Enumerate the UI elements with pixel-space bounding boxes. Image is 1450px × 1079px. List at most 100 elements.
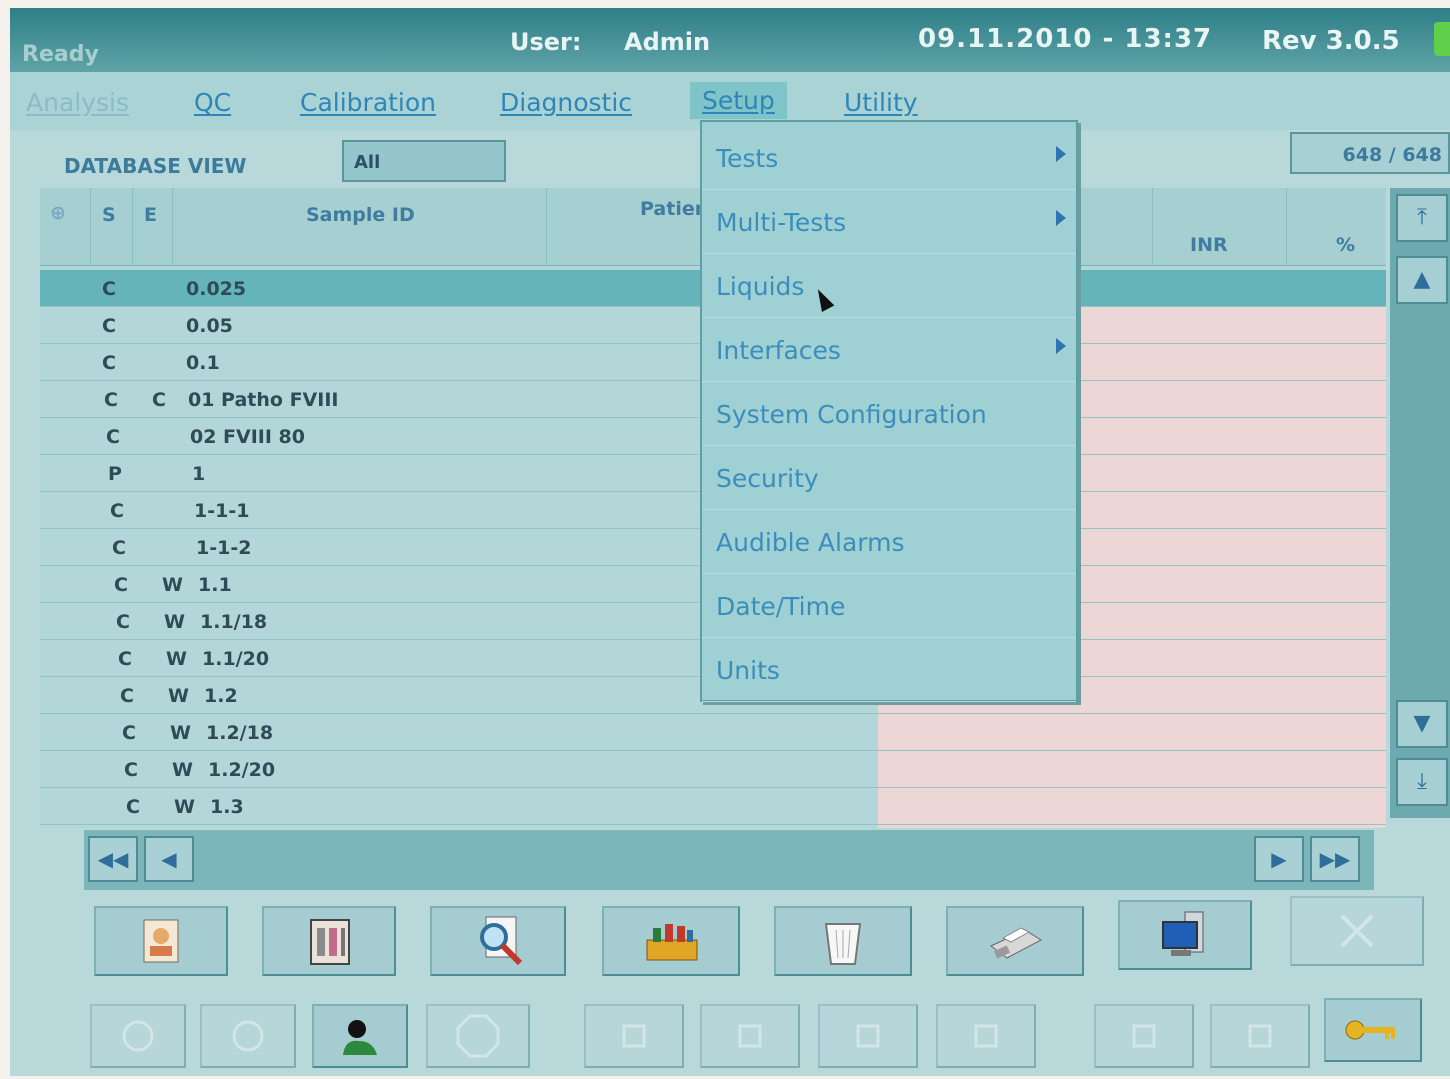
submenu-arrow-icon — [1056, 210, 1066, 226]
cell-s: C — [126, 796, 140, 818]
setup-menu-item-label: Security — [716, 464, 819, 493]
cell-s: C — [122, 722, 136, 744]
setup-menu-item-units[interactable]: Units — [702, 638, 1076, 702]
menu-utility[interactable]: Utility — [844, 88, 918, 117]
user-button[interactable] — [312, 1004, 408, 1068]
disabled-icon — [122, 1020, 154, 1052]
header-inr[interactable]: INR — [1190, 234, 1228, 256]
analyzer-screen: Ready User: Admin 09.11.2010 - 13:37 Rev… — [10, 8, 1450, 1076]
reagent-button[interactable] — [602, 906, 740, 976]
page-next-icon[interactable]: ▶ — [1254, 836, 1304, 882]
search-button[interactable] — [430, 906, 566, 976]
disabled-icon — [232, 1020, 264, 1052]
patient-button[interactable] — [94, 906, 228, 976]
menu-diagnostic[interactable]: Diagnostic — [500, 88, 632, 117]
menu-calibration[interactable]: Calibration — [300, 88, 436, 117]
disabled-button[interactable] — [584, 1004, 684, 1068]
disabled-button[interactable] — [936, 1004, 1036, 1068]
scroll-down-icon[interactable]: ▼ — [1396, 700, 1448, 748]
database-view-label: DATABASE VIEW — [64, 154, 247, 178]
user-label: User: — [510, 28, 582, 56]
setup-dropdown-menu: Tests Multi-Tests Liquids Interfaces System … — [700, 120, 1078, 702]
disabled-button[interactable] — [700, 1004, 800, 1068]
header-s[interactable]: S — [102, 204, 116, 226]
submenu-arrow-icon — [1056, 146, 1066, 162]
disabled-button[interactable] — [200, 1004, 296, 1068]
vertical-scrollbar[interactable]: ⤒ ▲ ▼ ⤓ — [1390, 188, 1450, 818]
cell-sample-id: 1-1-2 — [196, 537, 252, 559]
header-e[interactable]: E — [144, 204, 157, 226]
cell-e: W — [168, 685, 189, 707]
disabled-button[interactable] — [90, 1004, 186, 1068]
menu-qc[interactable]: QC — [194, 88, 231, 117]
header-patient[interactable]: Patier — [640, 198, 704, 220]
setup-menu-item-label: Audible Alarms — [716, 528, 905, 557]
cell-e: W — [174, 796, 195, 818]
disabled-icon — [856, 1024, 880, 1048]
table-row[interactable]: C W 1.2/18 — [40, 714, 1386, 751]
submenu-arrow-icon — [1056, 338, 1066, 354]
setup-menu-item-multi-tests[interactable]: Multi-Tests — [702, 190, 1076, 254]
scroll-up-icon[interactable]: ▲ — [1396, 256, 1448, 304]
cell-s: C — [114, 574, 128, 596]
header-flag-icon[interactable]: ⊕ — [50, 202, 66, 224]
menu-analysis: Analysis — [26, 88, 130, 117]
title-bar: Ready User: Admin 09.11.2010 - 13:37 Rev… — [10, 8, 1450, 72]
stop-button[interactable] — [426, 1004, 530, 1068]
setup-menu-item-system-configuration[interactable]: System Configuration — [702, 382, 1076, 446]
cell-s: P — [108, 463, 122, 485]
cell-sample-id: 01 Patho FVIII — [188, 389, 339, 411]
disabled-button[interactable] — [818, 1004, 918, 1068]
setup-menu-item-label: Interfaces — [716, 336, 841, 365]
setup-menu-item-liquids[interactable]: Liquids — [702, 254, 1076, 318]
setup-menu-item-date-time[interactable]: Date/Time — [702, 574, 1076, 638]
page-prev-icon[interactable]: ◀ — [144, 836, 194, 882]
cell-sample-id: 0.05 — [186, 315, 233, 337]
status-led-icon — [1434, 22, 1450, 56]
disabled-icon — [974, 1024, 998, 1048]
cell-s: C — [106, 426, 120, 448]
header-percent[interactable]: % — [1336, 234, 1355, 256]
page-first-icon[interactable]: ◀◀ — [88, 836, 138, 882]
setup-menu-item-tests[interactable]: Tests — [702, 126, 1076, 190]
disabled-button[interactable] — [1210, 1004, 1310, 1068]
cell-sample-id: 1.1/20 — [202, 648, 270, 670]
key-button[interactable] — [1324, 998, 1422, 1062]
scroll-bottom-icon[interactable]: ⤓ — [1396, 758, 1448, 806]
scroll-top-icon[interactable]: ⤒ — [1396, 194, 1448, 242]
waste-bin-icon — [824, 923, 862, 965]
table-row[interactable]: C W 1.3 — [40, 788, 1386, 825]
search-document-icon — [480, 916, 523, 966]
print-button[interactable] — [946, 906, 1084, 976]
cell-e: W — [162, 574, 183, 596]
setup-menu-item-audible-alarms[interactable]: Audible Alarms — [702, 510, 1076, 574]
key-icon — [1345, 1020, 1395, 1040]
setup-menu-item-label: Tests — [716, 144, 779, 173]
setup-menu-item-interfaces[interactable]: Interfaces — [702, 318, 1076, 382]
table-row[interactable]: C W 1.2/20 — [40, 751, 1386, 788]
disabled-icon — [1248, 1024, 1272, 1048]
header-sample-id[interactable]: Sample ID — [306, 204, 415, 226]
cell-sample-id: 1.2/18 — [206, 722, 274, 744]
setup-menu-item-label: System Configuration — [716, 400, 987, 429]
disabled-icon — [1340, 914, 1374, 948]
revision: Rev 3.0.5 — [1262, 26, 1400, 56]
horizontal-scrollbar[interactable]: ◀◀ ◀ ▶ ▶▶ — [84, 830, 1374, 890]
rack-button[interactable] — [262, 906, 396, 976]
disabled-icon — [622, 1024, 646, 1048]
setup-menu-item-label: Liquids — [716, 272, 805, 301]
cell-s: C — [112, 537, 126, 559]
status-text: Ready — [22, 42, 99, 67]
cell-sample-id: 0.1 — [186, 352, 220, 374]
disabled-button[interactable] — [1094, 1004, 1194, 1068]
disabled-button[interactable] — [1290, 896, 1424, 966]
database-filter-select[interactable]: All — [342, 140, 506, 182]
cell-sample-id: 0.025 — [186, 278, 247, 300]
cell-s: C — [124, 759, 138, 781]
menu-setup[interactable]: Setup — [690, 82, 787, 119]
page-last-icon[interactable]: ▶▶ — [1310, 836, 1360, 882]
cell-sample-id: 1.2/20 — [208, 759, 276, 781]
setup-menu-item-security[interactable]: Security — [702, 446, 1076, 510]
waste-button[interactable] — [774, 906, 912, 976]
monitor-button[interactable] — [1118, 900, 1252, 970]
